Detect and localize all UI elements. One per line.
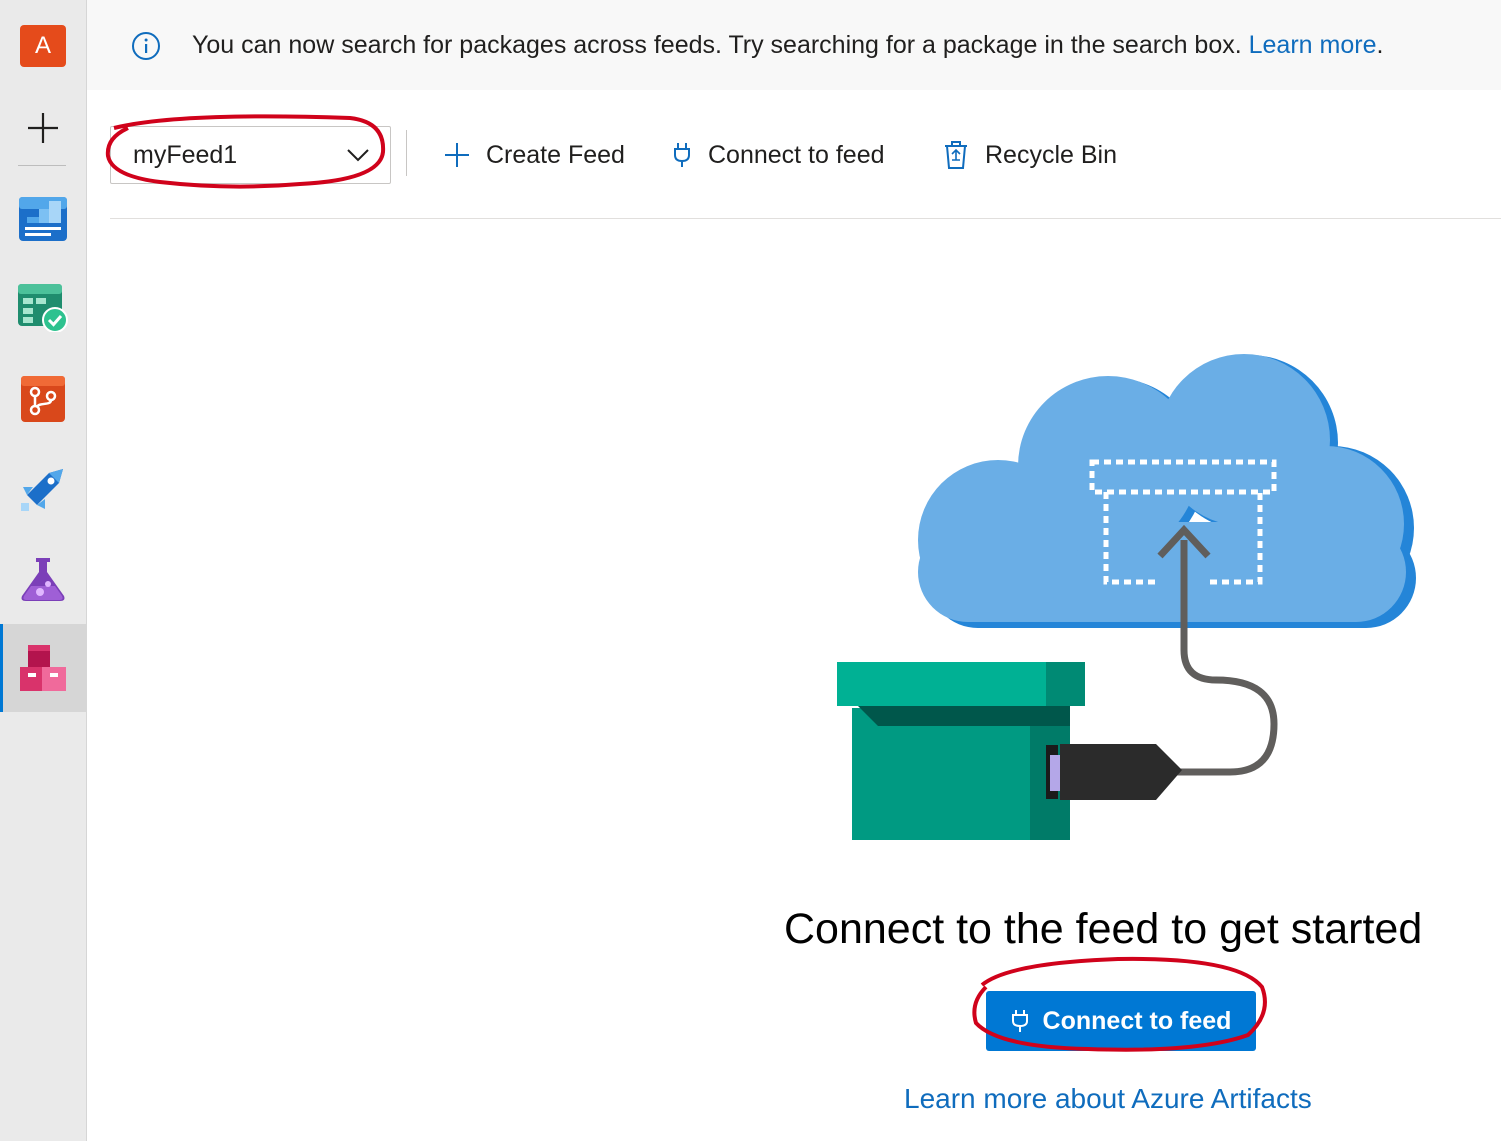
pipelines-icon — [21, 469, 63, 511]
recycle-bin-label: Recycle Bin — [985, 140, 1117, 169]
nav-pipelines[interactable] — [0, 445, 86, 533]
feed-selector-value: myFeed1 — [133, 141, 238, 169]
new-item-button[interactable] — [0, 84, 86, 172]
banner-message: You can now search for packages across f… — [192, 31, 1383, 60]
recycle-bin-icon — [945, 141, 967, 169]
overview-icon — [19, 197, 67, 241]
toolbar-separator — [406, 130, 407, 176]
org-avatar: A — [20, 25, 66, 67]
plug-icon — [1011, 1010, 1028, 1032]
org-avatar-button[interactable]: A — [0, 2, 86, 90]
recycle-bin-button[interactable]: Recycle Bin — [943, 134, 1117, 176]
plus-icon — [28, 113, 58, 143]
nav-test-plans[interactable] — [0, 535, 86, 623]
boards-icon — [18, 284, 68, 332]
nav-overview[interactable] — [0, 175, 86, 263]
connect-to-feed-button[interactable]: Connect to feed — [986, 991, 1256, 1051]
create-feed-label: Create Feed — [486, 140, 625, 169]
left-nav-rail: A — [0, 0, 87, 1141]
nav-boards[interactable] — [0, 264, 86, 352]
create-feed-button[interactable]: Create Feed — [444, 134, 625, 176]
connect-to-feed-toolbar-label: Connect to feed — [708, 140, 885, 169]
nav-repos[interactable] — [0, 355, 86, 443]
banner-text: You can now search for packages across f… — [192, 31, 1249, 59]
info-banner: You can now search for packages across f… — [87, 0, 1501, 90]
plug-icon — [674, 143, 690, 167]
nav-artifacts[interactable] — [0, 624, 86, 712]
learn-more-azure-artifacts-link[interactable]: Learn more about Azure Artifacts — [904, 1083, 1312, 1115]
banner-learn-more-link[interactable]: Learn more — [1249, 31, 1377, 59]
artifacts-icon — [20, 645, 66, 691]
feed-selector-dropdown[interactable]: myFeed1 — [110, 126, 391, 184]
rail-divider — [18, 165, 66, 166]
feed-connect-illustration — [837, 354, 1416, 840]
toolbar-divider — [110, 218, 1501, 219]
repos-icon — [21, 376, 65, 422]
test-plans-icon — [21, 558, 65, 601]
banner-period: . — [1376, 31, 1384, 59]
info-icon — [132, 32, 160, 60]
chevron-down-icon — [347, 149, 369, 162]
plus-icon — [445, 143, 469, 167]
empty-state-title: Connect to the feed to get started — [784, 905, 1423, 953]
connect-to-feed-button-label: Connect to feed — [1042, 1006, 1232, 1035]
connect-to-feed-toolbar-button[interactable]: Connect to feed — [672, 134, 885, 176]
